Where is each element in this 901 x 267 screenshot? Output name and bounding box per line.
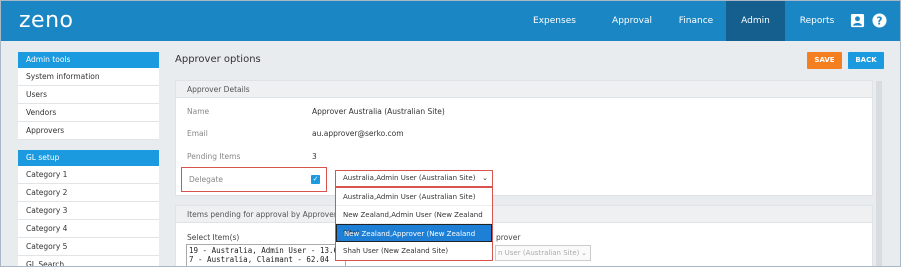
sidebar-header-admin-tools: Admin tools bbox=[18, 52, 159, 68]
sidebar-item-category-2[interactable]: Category 2 bbox=[18, 184, 159, 202]
list-item[interactable]: 7 - Australia, Claimant - 62.04 bbox=[189, 255, 343, 264]
chevron-down-icon: ⌄ bbox=[581, 249, 587, 257]
approver-label-partial: prover bbox=[496, 233, 521, 242]
user-icon[interactable] bbox=[850, 13, 865, 28]
scrollbar[interactable] bbox=[876, 81, 882, 266]
delegate-option-selected[interactable]: New Zealand,Approver (New Zealand Site) bbox=[336, 224, 492, 256]
sidebar-item-category-5[interactable]: Category 5 bbox=[18, 238, 159, 256]
pending-items-listbox[interactable]: 19 - Australia, Admin User - 13.64 7 - A… bbox=[186, 244, 346, 266]
select-items-label: Select Item(s) bbox=[187, 233, 240, 242]
nav-finance[interactable]: Finance bbox=[666, 1, 726, 41]
list-item[interactable]: 19 - Australia, Admin User - 13.64 bbox=[189, 246, 343, 255]
sidebar-item-category-1[interactable]: Category 1 bbox=[18, 166, 159, 184]
sidebar-item-gl-search[interactable]: GL Search bbox=[18, 256, 159, 266]
sidebar-item-approvers[interactable]: Approvers bbox=[18, 122, 159, 140]
nav-reports[interactable]: Reports bbox=[785, 1, 849, 41]
email-value: au.approver@serko.com bbox=[312, 129, 404, 138]
approver-select-disabled: n User (Australian Site) ⌄ bbox=[495, 245, 591, 261]
approver-details-header: Approver Details bbox=[176, 81, 872, 98]
delegate-select-value: Australia,Admin User (Australian Site) bbox=[343, 174, 476, 182]
delegate-label: Delegate bbox=[189, 175, 223, 184]
pending-items-value: 3 bbox=[312, 152, 317, 161]
app-window: zeno Expenses Approval Finance Admin Rep… bbox=[0, 0, 901, 267]
delegate-select[interactable]: Australia,Admin User (Australian Site) ⌄ bbox=[335, 170, 493, 187]
top-navigation-bar: zeno Expenses Approval Finance Admin Rep… bbox=[1, 1, 900, 41]
delegate-option[interactable]: New Zealand,Admin User (New Zealand Site… bbox=[336, 206, 492, 237]
sidebar-item-users[interactable]: Users bbox=[18, 86, 159, 104]
delegate-dropdown-list: Australia,Admin User (Australian Site) N… bbox=[335, 187, 493, 261]
pending-items-label: Pending Items bbox=[187, 152, 241, 161]
nav-admin[interactable]: Admin bbox=[726, 1, 785, 41]
sidebar-item-category-4[interactable]: Category 4 bbox=[18, 220, 159, 238]
sidebar-gap bbox=[18, 140, 159, 150]
pending-items-header: Items pending for approval by Approver A… bbox=[176, 206, 872, 223]
sidebar-header-gl-setup: GL setup bbox=[18, 150, 159, 166]
nav-expenses[interactable]: Expenses bbox=[511, 1, 598, 41]
delegate-checkbox[interactable]: ✓ bbox=[311, 175, 320, 184]
checkmark-icon: ✓ bbox=[312, 175, 319, 183]
back-button[interactable]: BACK bbox=[848, 52, 884, 69]
main-nav: Expenses Approval Finance Admin Reports bbox=[511, 1, 849, 41]
approver-select-value: n User (Australian Site) bbox=[498, 249, 580, 257]
svg-text:?: ? bbox=[877, 15, 883, 27]
name-value: Approver Australia (Australian Site) bbox=[312, 107, 445, 116]
delegate-option[interactable]: Australia,Admin User (Australian Site) bbox=[336, 188, 492, 206]
chevron-down-icon: ⌄ bbox=[482, 174, 488, 182]
save-button[interactable]: SAVE bbox=[807, 52, 842, 69]
page-title: Approver options bbox=[175, 54, 261, 65]
delegate-option[interactable]: Shah User (New Zealand Site) bbox=[336, 242, 492, 260]
sidebar-item-system-information[interactable]: System information bbox=[18, 68, 159, 86]
name-label: Name bbox=[187, 107, 210, 116]
help-icon[interactable]: ? bbox=[872, 13, 887, 28]
nav-approval[interactable]: Approval bbox=[598, 1, 666, 41]
sidebar-item-vendors[interactable]: Vendors bbox=[18, 104, 159, 122]
zeno-logo[interactable]: zeno bbox=[19, 8, 74, 33]
delegate-row: Delegate ✓ bbox=[181, 167, 327, 192]
sidebar: Admin tools System information Users Ven… bbox=[18, 52, 159, 266]
sidebar-item-category-3[interactable]: Category 3 bbox=[18, 202, 159, 220]
email-label: Email bbox=[187, 129, 208, 138]
